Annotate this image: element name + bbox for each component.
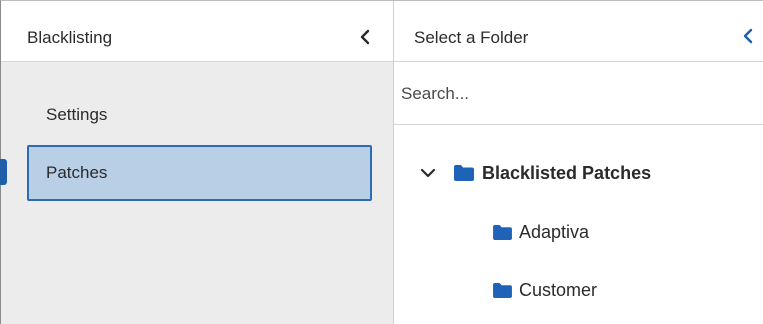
right-panel-header: Select a Folder bbox=[394, 1, 763, 62]
chevron-left-icon bbox=[743, 28, 753, 44]
right-panel: Select a Folder Blacklisted Patches Adap… bbox=[394, 1, 763, 324]
chevron-down-icon[interactable] bbox=[419, 164, 437, 182]
nav-item-patches[interactable]: Patches bbox=[27, 145, 372, 201]
nav-item-label: Patches bbox=[46, 163, 108, 182]
right-panel-title: Select a Folder bbox=[414, 28, 529, 47]
folder-icon bbox=[453, 164, 475, 182]
nav-item-settings[interactable]: Settings bbox=[27, 87, 372, 143]
active-nav-indicator bbox=[0, 159, 7, 185]
tree-node-label: Adaptiva bbox=[519, 221, 590, 242]
folder-icon bbox=[492, 282, 513, 299]
left-panel: Blacklisting Settings Patches bbox=[1, 1, 393, 324]
left-panel-header: Blacklisting bbox=[1, 1, 393, 62]
tree-node-adaptiva[interactable]: Adaptiva bbox=[492, 218, 589, 246]
left-panel-collapse-button[interactable] bbox=[355, 27, 375, 47]
tree-node-customer[interactable]: Customer bbox=[492, 276, 597, 304]
folder-icon bbox=[492, 224, 513, 241]
chevron-left-icon bbox=[360, 29, 370, 45]
tree-node-blacklisted-patches[interactable]: Blacklisted Patches bbox=[419, 159, 651, 187]
folder-search-input[interactable] bbox=[394, 63, 763, 125]
tree-node-label: Customer bbox=[519, 279, 598, 300]
right-panel-collapse-button[interactable] bbox=[738, 26, 758, 46]
nav-item-label: Settings bbox=[46, 105, 108, 124]
tree-node-label: Blacklisted Patches bbox=[482, 162, 652, 183]
left-panel-title: Blacklisting bbox=[27, 28, 113, 47]
